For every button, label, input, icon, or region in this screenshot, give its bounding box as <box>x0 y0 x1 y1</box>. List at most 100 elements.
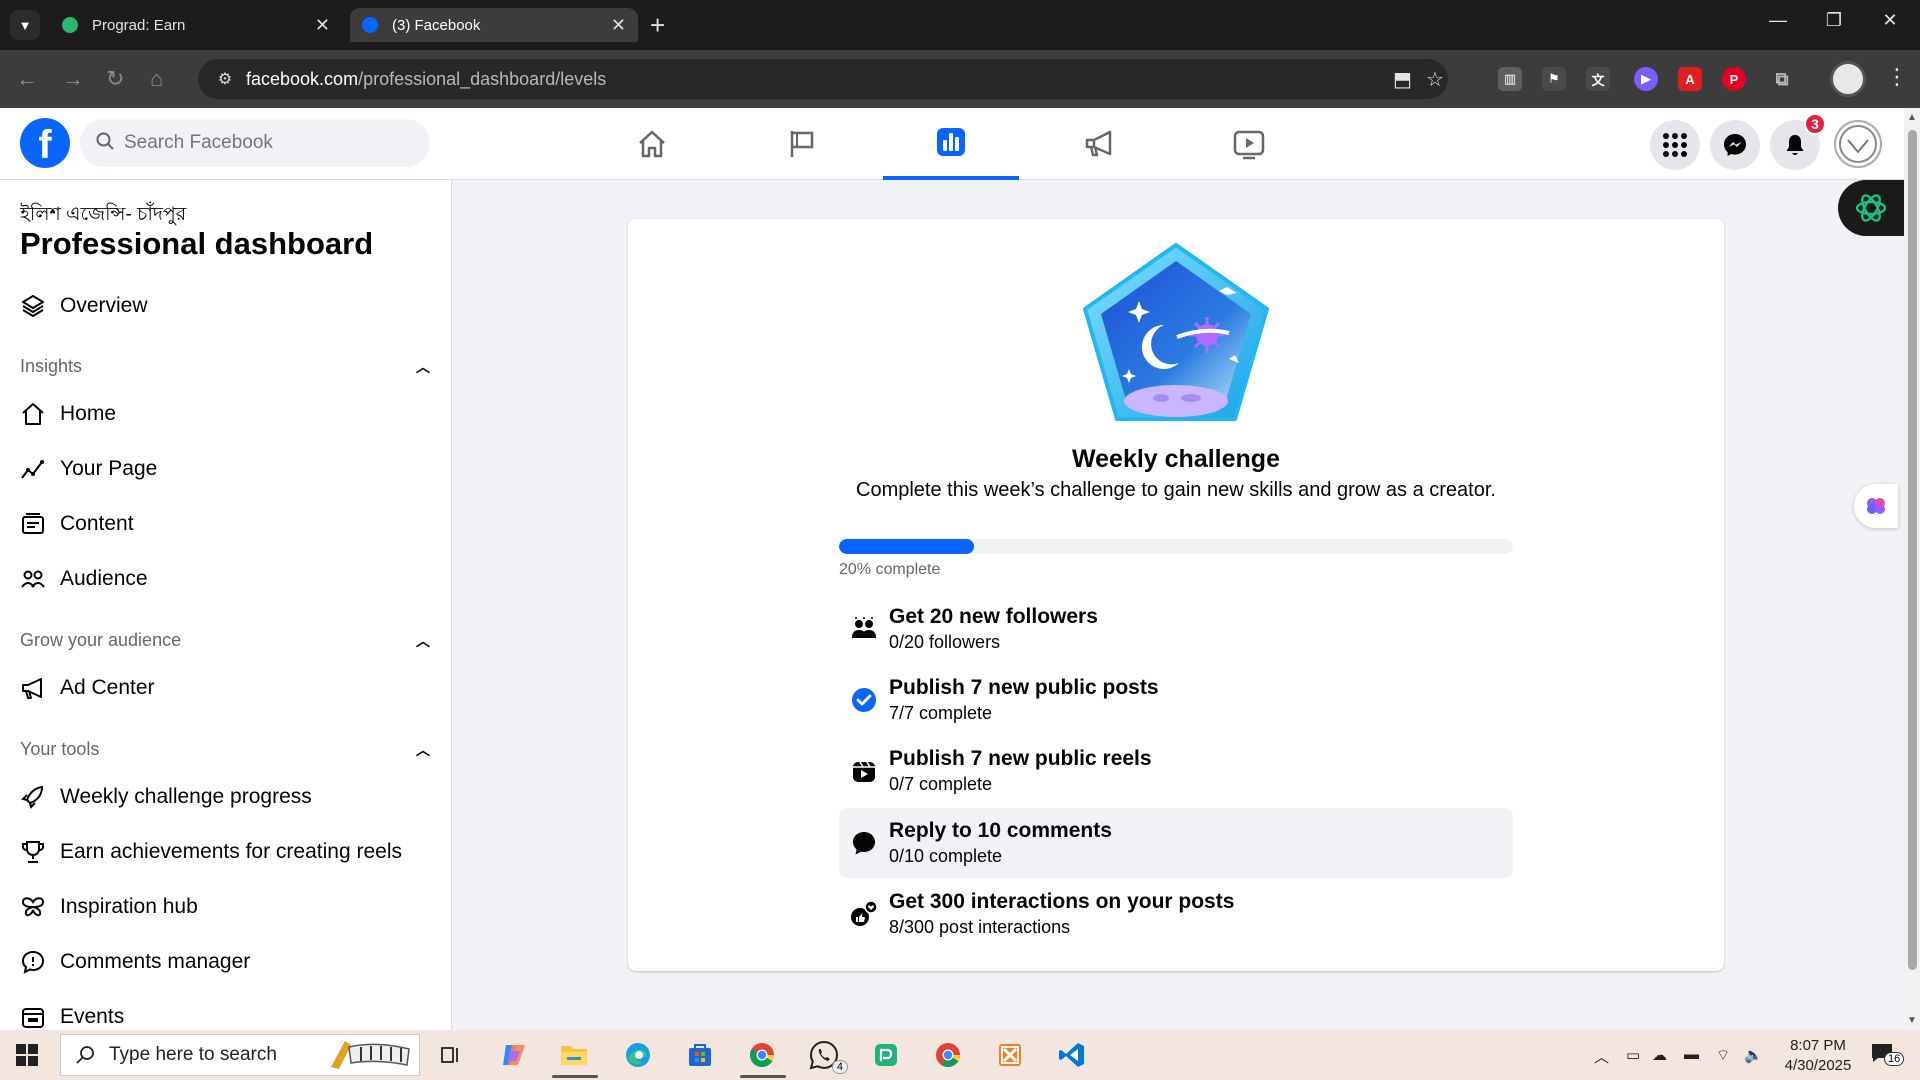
page-scrollbar[interactable]: ▲ ▼ <box>1904 108 1920 1030</box>
sidebar-item-label: Your Page <box>60 457 158 480</box>
sidebar-item-content[interactable]: Content <box>20 504 134 544</box>
vscode-icon[interactable] <box>1054 1038 1090 1072</box>
microsoft-store-icon[interactable] <box>682 1038 718 1072</box>
messenger-button[interactable] <box>1710 120 1760 170</box>
chatgpt-extension-button[interactable] <box>1838 180 1904 236</box>
section-grow-audience[interactable]: Grow your audience ︿ <box>20 630 430 651</box>
sidebar-item-comments-manager[interactable]: Comments manager <box>20 942 250 982</box>
brain-icon <box>1867 498 1885 514</box>
browser-toolbar: ← → ↻ ⌂ ⚙ facebook.com/professional_dash… <box>0 50 1920 108</box>
extension-sitemap-icon[interactable]: ⚑ <box>1542 67 1566 91</box>
home-button[interactable]: ⌂ <box>150 66 163 92</box>
xampp-icon[interactable] <box>992 1038 1028 1072</box>
pinterest-icon[interactable]: P <box>1722 67 1746 91</box>
onedrive-icon[interactable]: ☁ <box>1652 1046 1667 1064</box>
battery-icon[interactable]: ▬ <box>1684 1046 1699 1063</box>
ai-assistant-button[interactable] <box>1854 484 1898 528</box>
page-avatar[interactable] <box>1834 120 1882 168</box>
check-circle-icon <box>839 687 889 713</box>
menu-grid-button[interactable] <box>1650 120 1700 170</box>
bell-icon <box>1786 135 1804 155</box>
taskbar-clock[interactable]: 8:07 PM 4/30/2025 <box>1776 1036 1860 1076</box>
sidebar-item-ad-center[interactable]: Ad Center <box>20 668 155 708</box>
task-view-icon[interactable] <box>432 1038 468 1072</box>
browser-tab-facebook[interactable]: (3) Facebook ✕ <box>350 8 638 42</box>
browser-profile-avatar[interactable] <box>1830 61 1866 97</box>
sidebar-item-events[interactable]: Events <box>20 997 124 1030</box>
show-hidden-icons-icon[interactable]: ︿ <box>1594 1046 1609 1067</box>
wifi-icon[interactable]: ⌔ <box>1716 1046 1730 1065</box>
chevron-up-icon: ︿ <box>416 358 430 375</box>
nav-home-tab[interactable] <box>584 108 720 180</box>
restore-button[interactable]: ❐ <box>1814 10 1854 31</box>
close-window-button[interactable]: ✕ <box>1870 10 1910 31</box>
adobe-acrobat-icon[interactable]: A <box>1678 67 1702 91</box>
sidebar-item-overview[interactable]: Overview <box>20 286 148 326</box>
sidebar-item-label: Weekly challenge progress <box>60 785 312 808</box>
sidebar-item-inspiration-hub[interactable]: Inspiration hub <box>20 887 198 927</box>
notification-center-button[interactable]: 16 <box>1870 1042 1905 1066</box>
nav-ads-tab[interactable] <box>1032 108 1168 180</box>
sidebar-item-your-page[interactable]: Your Page <box>20 449 157 489</box>
whatsapp-badge: 4 <box>831 1060 848 1074</box>
reload-button[interactable]: ↻ <box>106 66 124 92</box>
address-bar[interactable]: ⚙ facebook.com/professional_dashboard/le… <box>198 59 1448 99</box>
task-item-interactions[interactable]: Get 300 interactions on your posts 8/300… <box>839 879 1513 949</box>
file-explorer-icon[interactable] <box>552 1038 598 1078</box>
chrome-profile-icon[interactable] <box>930 1038 966 1072</box>
taskbar-search-box[interactable]: Type here to search <box>60 1034 420 1076</box>
reading-list-icon[interactable]: ▥ <box>1498 67 1522 91</box>
close-tab-icon[interactable]: ✕ <box>611 15 626 36</box>
search-input[interactable] <box>124 132 384 154</box>
back-button[interactable]: ← <box>16 66 38 92</box>
close-tab-icon[interactable]: ✕ <box>315 15 330 36</box>
pycharm-edu-icon[interactable] <box>868 1038 904 1072</box>
section-your-tools[interactable]: Your tools ︿ <box>20 739 430 760</box>
meet-now-icon[interactable]: ▭ <box>1626 1046 1640 1064</box>
forward-button[interactable]: → <box>62 66 84 92</box>
home-outline-icon <box>20 401 60 427</box>
comment-icon <box>839 830 889 856</box>
nav-pages-tab[interactable] <box>734 108 870 180</box>
layers-icon <box>20 293 60 319</box>
task-item-followers[interactable]: Get 20 new followers 0/20 followers <box>839 594 1513 664</box>
scroll-up-arrow-icon[interactable]: ▲ <box>1907 112 1917 123</box>
tab-search-button[interactable]: ▼ <box>10 10 40 40</box>
site-info-icon[interactable]: ⚙ <box>208 69 242 89</box>
windows-start-button[interactable] <box>16 1044 38 1071</box>
scrollbar-thumb[interactable] <box>1908 130 1917 970</box>
sidebar-item-achievements[interactable]: Earn achievements for creating reels <box>20 832 402 872</box>
scroll-down-arrow-icon[interactable]: ▼ <box>1907 1015 1917 1026</box>
sidebar-item-weekly-challenge[interactable]: Weekly challenge progress <box>20 777 312 817</box>
facebook-search-bar[interactable] <box>80 119 430 167</box>
sidebar-item-audience[interactable]: Audience <box>20 559 148 599</box>
facebook-logo-icon[interactable]: f <box>20 118 70 168</box>
new-tab-button[interactable]: + <box>650 12 665 38</box>
progress-label: 20% complete <box>839 561 941 578</box>
extensions-puzzle-icon[interactable]: ⧉ <box>1770 67 1794 91</box>
bookmark-star-icon[interactable]: ☆ <box>1426 67 1444 92</box>
section-insights[interactable]: Insights ︿ <box>20 356 430 377</box>
copilot-icon[interactable] <box>496 1038 532 1072</box>
nav-dashboard-tab[interactable] <box>883 108 1019 180</box>
chrome-icon[interactable] <box>740 1038 786 1078</box>
task-item-public-reels[interactable]: Publish 7 new public reels 0/7 complete <box>839 736 1513 806</box>
url-host: facebook.com <box>246 68 359 89</box>
sidebar-item-home[interactable]: Home <box>20 394 116 434</box>
edge-browser-icon[interactable] <box>620 1038 656 1072</box>
search-icon <box>96 132 114 155</box>
whatsapp-icon[interactable]: 4 <box>806 1038 848 1074</box>
search-highlight-icon <box>331 1041 410 1069</box>
browser-tab-prograd[interactable]: Prograd: Earn ✕ <box>50 8 342 42</box>
volume-muted-icon[interactable]: 🔈 <box>1744 1046 1763 1064</box>
browser-titlebar: ▼ Prograd: Earn ✕ (3) Facebook ✕ + — ❐ ✕ <box>0 0 1920 50</box>
task-item-public-posts[interactable]: Publish 7 new public posts 7/7 complete <box>839 665 1513 735</box>
extension-play-icon[interactable]: ▶ <box>1634 67 1658 91</box>
install-app-icon[interactable]: ⬒ <box>1393 67 1412 92</box>
nav-video-tab[interactable] <box>1181 108 1317 180</box>
sidebar-item-label: Earn achievements for creating reels <box>60 840 402 863</box>
extension-translate-icon[interactable]: 文 <box>1586 67 1610 91</box>
browser-menu-icon[interactable]: ⋮ <box>1886 64 1908 90</box>
task-item-reply-comments[interactable]: Reply to 10 comments 0/10 complete <box>839 808 1513 878</box>
minimize-button[interactable]: — <box>1758 10 1798 31</box>
